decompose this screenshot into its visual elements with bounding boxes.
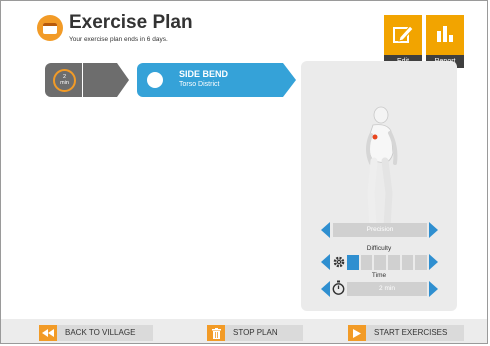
stopwatch-icon	[332, 280, 345, 296]
difficulty-segment[interactable]	[374, 255, 386, 270]
difficulty-segment[interactable]	[415, 255, 427, 270]
precision-selector: Precision	[333, 223, 427, 237]
difficulty-segment[interactable]	[347, 255, 359, 270]
precision-increase-arrow[interactable]	[429, 222, 438, 238]
bottom-toolbar: BACK TO VILLAGE STOP PLAN START EXERCISE…	[1, 319, 487, 343]
start-exercises-label: START EXERCISES	[374, 328, 448, 337]
page-subtitle: Your exercise plan ends in 6 days.	[69, 36, 168, 43]
difficulty-segment[interactable]	[401, 255, 414, 270]
empty-slot-arrow	[117, 63, 129, 97]
rewind-icon	[39, 325, 57, 341]
difficulty-increase-arrow[interactable]	[429, 254, 438, 270]
exercise-name: SIDE BEND	[179, 69, 229, 79]
difficulty-segment[interactable]	[388, 255, 400, 270]
time-decrease-arrow[interactable]	[321, 281, 330, 297]
start-exercises-button[interactable]: START EXERCISES	[348, 325, 464, 341]
play-icon	[348, 325, 366, 341]
edit-pencil-icon	[384, 15, 422, 52]
back-to-village-button[interactable]: BACK TO VILLAGE	[39, 325, 153, 341]
avatar-figure	[366, 106, 398, 234]
exercise-area: Torso District	[179, 81, 220, 88]
empty-exercise-slot[interactable]	[83, 63, 117, 97]
timer-badge: 2 min	[53, 69, 76, 92]
exercise-status-dot	[147, 72, 163, 88]
gear-icon	[333, 255, 345, 269]
calendar-icon	[37, 15, 63, 41]
timer-tile[interactable]: 2 min	[45, 63, 83, 97]
difficulty-label: Difficulty	[366, 245, 392, 252]
stop-plan-button[interactable]: STOP PLAN	[207, 325, 303, 341]
timer-unit: min	[60, 80, 69, 86]
time-value: 2 min	[347, 282, 427, 296]
back-to-village-label: BACK TO VILLAGE	[65, 328, 136, 337]
trash-icon	[207, 325, 225, 341]
difficulty-segment[interactable]	[360, 255, 373, 270]
bar-chart-icon	[426, 15, 464, 52]
active-tile-arrow	[283, 63, 296, 97]
time-label: Time	[371, 272, 387, 279]
difficulty-meter	[347, 255, 427, 270]
difficulty-decrease-arrow[interactable]	[321, 254, 330, 270]
active-exercise-tile[interactable]: SIDE BEND Torso District	[137, 63, 283, 97]
exercise-preview-panel: Precision Difficulty Time 2 min	[301, 61, 457, 311]
page-title: Exercise Plan	[69, 12, 193, 33]
exercise-plan-screen: Exercise Plan Your exercise plan ends in…	[0, 0, 488, 344]
stop-plan-label: STOP PLAN	[233, 328, 278, 337]
precision-decrease-arrow[interactable]	[321, 222, 330, 238]
time-increase-arrow[interactable]	[429, 281, 438, 297]
